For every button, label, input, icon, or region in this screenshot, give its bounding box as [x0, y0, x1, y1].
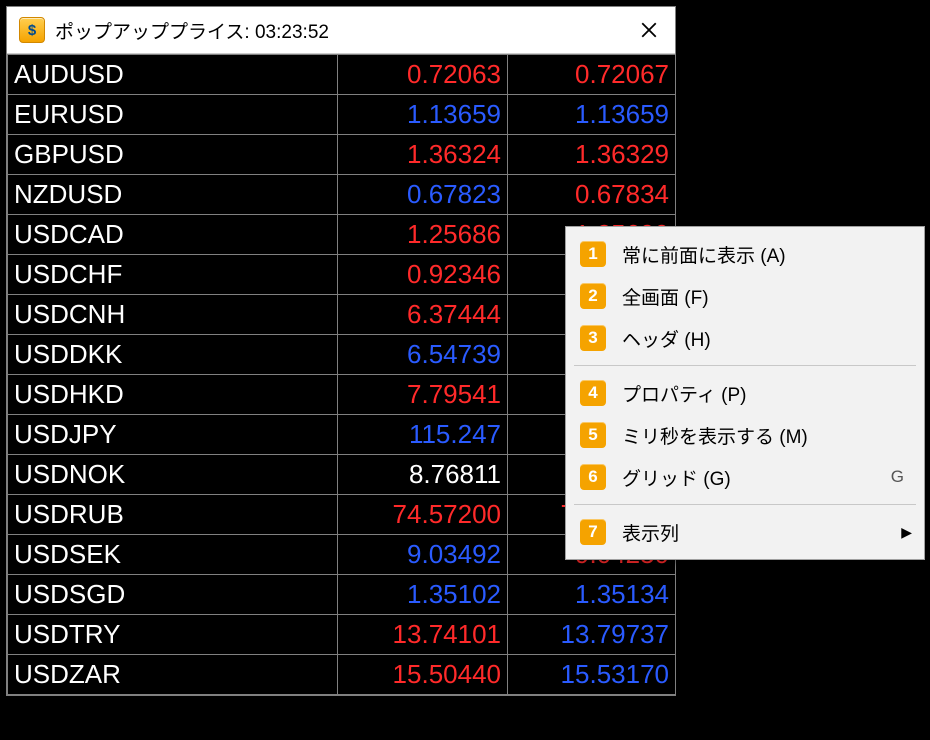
- dollar-icon: $: [19, 17, 45, 43]
- bid-cell: 0.67823: [338, 175, 508, 215]
- menu-item[interactable]: 7 表示列▶: [566, 511, 924, 553]
- menu-item[interactable]: 6 グリッド (G)G: [566, 456, 924, 498]
- menu-item-label: ヘッダ (H): [622, 325, 910, 352]
- bid-cell: 0.92346: [338, 255, 508, 295]
- ask-cell: 1.36329: [508, 135, 676, 175]
- bid-cell: 1.13659: [338, 95, 508, 135]
- symbol-cell: USDDKK: [8, 335, 338, 375]
- menu-item-label: グリッド (G): [622, 464, 891, 491]
- menu-number-badge: 4: [580, 380, 606, 406]
- price-row[interactable]: AUDUSD0.720630.72067: [8, 55, 676, 95]
- symbol-cell: NZDUSD: [8, 175, 338, 215]
- menu-item-label: 常に前面に表示 (A): [622, 241, 910, 268]
- menu-number-badge: 3: [580, 325, 606, 351]
- bid-cell: 74.57200: [338, 495, 508, 535]
- symbol-cell: USDCNH: [8, 295, 338, 335]
- menu-separator: [574, 504, 916, 505]
- menu-accelerator: G: [891, 467, 904, 487]
- titlebar[interactable]: $ ポップアッププライス: 03:23:52: [7, 7, 675, 54]
- menu-number-badge: 5: [580, 422, 606, 448]
- menu-item[interactable]: 2 全画面 (F): [566, 275, 924, 317]
- bid-cell: 1.25686: [338, 215, 508, 255]
- ask-cell: 1.35134: [508, 575, 676, 615]
- close-icon: [640, 21, 658, 39]
- ask-cell: 1.13659: [508, 95, 676, 135]
- bid-cell: 6.54739: [338, 335, 508, 375]
- price-row[interactable]: USDZAR15.5044015.53170: [8, 655, 676, 695]
- bid-cell: 1.36324: [338, 135, 508, 175]
- ask-cell: 0.72067: [508, 55, 676, 95]
- symbol-cell: USDSGD: [8, 575, 338, 615]
- bid-cell: 7.79541: [338, 375, 508, 415]
- menu-item-label: プロパティ (P): [622, 380, 910, 407]
- price-row[interactable]: GBPUSD1.363241.36329: [8, 135, 676, 175]
- ask-cell: 15.53170: [508, 655, 676, 695]
- symbol-cell: GBPUSD: [8, 135, 338, 175]
- symbol-cell: USDSEK: [8, 535, 338, 575]
- close-button[interactable]: [623, 7, 675, 53]
- bid-cell: 1.35102: [338, 575, 508, 615]
- price-row[interactable]: USDSGD1.351021.35134: [8, 575, 676, 615]
- menu-item[interactable]: 4 プロパティ (P): [566, 372, 924, 414]
- context-menu[interactable]: 1 常に前面に表示 (A) 2 全画面 (F) 3 ヘッダ (H) 4 プロパティ (P) 5ミ…: [565, 226, 925, 560]
- symbol-cell: USDRUB: [8, 495, 338, 535]
- menu-separator: [574, 365, 916, 366]
- symbol-cell: USDCAD: [8, 215, 338, 255]
- symbol-cell: USDZAR: [8, 655, 338, 695]
- symbol-cell: USDJPY: [8, 415, 338, 455]
- menu-item-label: 全画面 (F): [622, 283, 910, 310]
- menu-number-badge: 6: [580, 464, 606, 490]
- symbol-cell: AUDUSD: [8, 55, 338, 95]
- menu-number-badge: 2: [580, 283, 606, 309]
- symbol-cell: EURUSD: [8, 95, 338, 135]
- bid-cell: 9.03492: [338, 535, 508, 575]
- ask-cell: 13.79737: [508, 615, 676, 655]
- symbol-cell: USDCHF: [8, 255, 338, 295]
- menu-item-label: 表示列: [622, 519, 910, 546]
- menu-number-badge: 7: [580, 519, 606, 545]
- menu-item[interactable]: 3 ヘッダ (H): [566, 317, 924, 359]
- menu-number-badge: 1: [580, 241, 606, 267]
- symbol-cell: USDNOK: [8, 455, 338, 495]
- bid-cell: 13.74101: [338, 615, 508, 655]
- submenu-arrow-icon: ▶: [901, 524, 912, 541]
- bid-cell: 6.37444: [338, 295, 508, 335]
- menu-item-label: ミリ秒を表示する (M): [622, 422, 910, 449]
- price-row[interactable]: NZDUSD0.678230.67834: [8, 175, 676, 215]
- symbol-cell: USDTRY: [8, 615, 338, 655]
- bid-cell: 0.72063: [338, 55, 508, 95]
- window-title: ポップアッププライス: 03:23:52: [55, 17, 623, 44]
- menu-item[interactable]: 1 常に前面に表示 (A): [566, 233, 924, 275]
- bid-cell: 115.247: [338, 415, 508, 455]
- price-row[interactable]: EURUSD1.136591.13659: [8, 95, 676, 135]
- ask-cell: 0.67834: [508, 175, 676, 215]
- price-row[interactable]: USDTRY13.7410113.79737: [8, 615, 676, 655]
- menu-item[interactable]: 5 ミリ秒を表示する (M): [566, 414, 924, 456]
- bid-cell: 15.50440: [338, 655, 508, 695]
- bid-cell: 8.76811: [338, 455, 508, 495]
- symbol-cell: USDHKD: [8, 375, 338, 415]
